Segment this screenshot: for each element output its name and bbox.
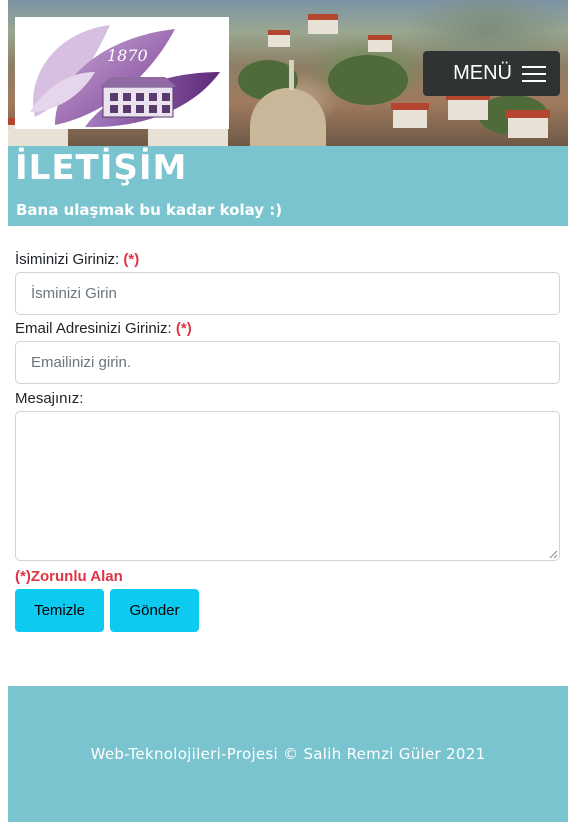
email-label: Email Adresinizi Giriniz: (*) [15,320,192,337]
name-label: İsiminizi Giriniz: (*) [15,251,140,268]
svg-text:1870: 1870 [107,46,148,65]
submit-button[interactable]: Gönder [110,589,199,632]
site-logo[interactable]: 1870 [15,17,229,129]
email-input[interactable] [15,341,560,384]
email-required-marker: (*) [175,320,192,337]
hamburger-icon [522,65,546,83]
menu-button[interactable]: MENÜ [423,51,560,96]
resize-grip-icon[interactable] [548,549,558,559]
name-required-marker: (*) [123,251,140,268]
message-label: Mesajınız: [15,390,84,407]
logo-image: 1870 [30,25,220,128]
footer: Web-Teknolojileri-Projesi © Salih Remzi … [8,686,568,822]
logo-building-icon [99,77,177,118]
page-subtitle: Bana ulaşmak bu kadar kolay :) [16,201,283,219]
reset-button[interactable]: Temizle [15,589,104,632]
footer-text: Web-Teknolojileri-Projesi © Salih Remzi … [90,745,486,763]
required-fields-note: (*)Zorunlu Alan [15,568,123,585]
contact-header-band: İLETİŞİM Bana ulaşmak bu kadar kolay :) [8,146,568,226]
name-input[interactable] [15,272,560,315]
message-textarea[interactable] [15,411,560,561]
page-title: İLETİŞİM [15,148,188,188]
menu-label: MENÜ [453,62,512,84]
